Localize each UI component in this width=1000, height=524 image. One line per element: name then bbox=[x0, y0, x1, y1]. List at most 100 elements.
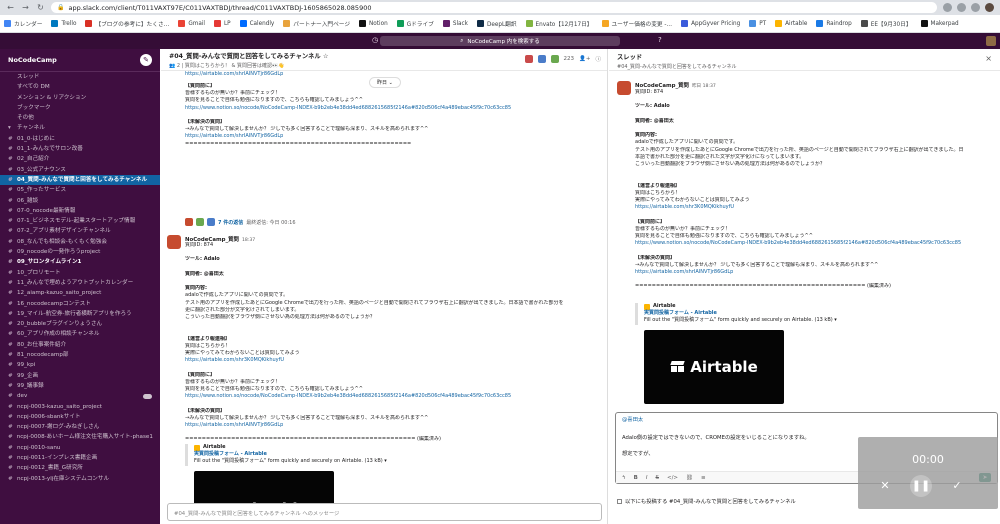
sidebar-item[interactable]: #03_公式アナウンス bbox=[0, 165, 160, 175]
bookmark-item[interactable]: EE【9月30日】 bbox=[860, 19, 912, 28]
sidebar-item[interactable]: # dev bbox=[0, 391, 160, 401]
sidebar-item[interactable]: #01_1-みんなでサロン改善 bbox=[0, 144, 160, 154]
sidebar-item[interactable]: #99_kpi bbox=[0, 360, 160, 370]
bookmark-item[interactable]: Slack bbox=[442, 20, 468, 27]
help-icon[interactable]: ? bbox=[658, 36, 662, 44]
extension-icon[interactable] bbox=[957, 3, 966, 12]
list-icon[interactable]: ≡ bbox=[701, 475, 706, 481]
message-link[interactable]: https://airtable.com/shr3K0MQKikhuyfU bbox=[635, 204, 997, 211]
sidebar-item[interactable]: すべての DM bbox=[0, 82, 160, 92]
sidebar-item[interactable]: ▾ チャンネル bbox=[0, 123, 160, 133]
sidebar-item[interactable]: #20_bubbleプラグインりょうさん bbox=[0, 319, 160, 329]
bookmark-item[interactable]: パートナー入門ページ bbox=[283, 19, 350, 28]
forward-icon[interactable]: → bbox=[21, 3, 30, 12]
sidebar-item[interactable]: # ncpj-0008-あいホーム様注文住宅購入サイト-phase1 bbox=[0, 432, 160, 442]
bookmark-item[interactable]: DeepL翻訳 bbox=[476, 19, 517, 28]
sidebar-item[interactable]: # ncpj-0013-ylj在庫システムコンサル bbox=[0, 474, 160, 484]
compose-icon[interactable]: ✎ bbox=[140, 54, 152, 66]
channel-members[interactable]: 223 👤+ ⓘ bbox=[524, 55, 601, 63]
bookmark-item[interactable]: Gドライブ bbox=[396, 19, 434, 28]
checkbox-icon[interactable] bbox=[617, 498, 622, 504]
add-member-icon[interactable]: 👤+ bbox=[579, 56, 590, 62]
sidebar-item[interactable]: ブックマーク bbox=[0, 103, 160, 113]
airtable-preview-image[interactable]: Airtable bbox=[194, 471, 334, 503]
bookmark-item[interactable]: Notion bbox=[359, 20, 388, 27]
sidebar-item[interactable]: メンション & リアクション bbox=[0, 93, 160, 103]
message-link[interactable]: https://airtable.com/shrIAINVTjr86GdLp bbox=[185, 133, 585, 140]
search-input[interactable]: ⌕ NoCodeCamp 内を検索する bbox=[380, 36, 620, 46]
bookmark-item[interactable]: カレンダー bbox=[4, 19, 42, 28]
message-link[interactable]: https://airtable.com/shr3K0MQKikhuyfU bbox=[185, 357, 585, 364]
finish-recording-icon[interactable]: ✓ bbox=[946, 475, 968, 497]
strike-icon[interactable]: S bbox=[655, 475, 659, 481]
sidebar-item[interactable]: #07-2_アプリ素材デザインチャンネル bbox=[0, 226, 160, 236]
sidebar-item[interactable]: #01_0-はじめに bbox=[0, 134, 160, 144]
sidebar-item[interactable]: # ncpj-0007-謝ログ-みねぎしさん bbox=[0, 422, 160, 432]
sidebar-item[interactable]: #07-0_nocode最新情報 bbox=[0, 206, 160, 216]
sidebar-item[interactable]: #99_議事録 bbox=[0, 381, 160, 391]
profile-avatar[interactable] bbox=[985, 3, 994, 12]
sidebar-item[interactable]: #11_みんなで埋めようアウトプットカレンダー bbox=[0, 278, 160, 288]
toggle-icon[interactable] bbox=[143, 393, 152, 399]
sidebar-item[interactable]: #09_nocodeの一発作ろうproject bbox=[0, 247, 160, 257]
code-icon[interactable]: </> bbox=[667, 475, 678, 481]
star-icon[interactable] bbox=[943, 3, 952, 12]
sidebar-item[interactable]: #99_企画 bbox=[0, 371, 160, 381]
user-avatar[interactable] bbox=[986, 36, 996, 46]
bot-avatar[interactable] bbox=[617, 81, 631, 95]
extension-icon[interactable] bbox=[971, 3, 980, 12]
bookmark-item[interactable]: AppGyver Pricing bbox=[681, 20, 740, 27]
sidebar-item[interactable]: #09_サロンタイムライン1 bbox=[0, 257, 160, 267]
back-icon[interactable]: ← bbox=[6, 3, 15, 12]
also-send-checkbox[interactable]: 以下にも投稿する #04_質問-みんなで質問と回答をしてみるチャンネル bbox=[617, 497, 796, 505]
sidebar-item[interactable]: #08_なんでも相談会-もくもく勉強会 bbox=[0, 237, 160, 247]
sidebar-item[interactable]: #06_雑談 bbox=[0, 196, 160, 206]
sidebar-item[interactable]: #02_自己紹介 bbox=[0, 154, 160, 164]
airtable-preview-image[interactable]: Airtable bbox=[644, 330, 784, 404]
sidebar-item[interactable]: # ncpj-0010-sanu bbox=[0, 443, 160, 453]
sidebar-item[interactable]: #80_お仕事案件紹介 bbox=[0, 340, 160, 350]
sidebar-item[interactable]: #19_マイル-航空券-旅行者横断アプリを作ろう bbox=[0, 309, 160, 319]
bookmark-item[interactable]: Trello bbox=[51, 20, 76, 27]
sidebar-item[interactable]: #07-1_ビジネスモデル-起業スタートアップ情報 bbox=[0, 216, 160, 226]
sidebar-item[interactable]: # ncpj-0003-kazuo_saito_project bbox=[0, 402, 160, 412]
link-icon[interactable]: ⛓ bbox=[686, 475, 693, 481]
sidebar-item[interactable]: #12_aiamp-kazuo_saito_project bbox=[0, 288, 160, 298]
message-link[interactable]: https://www.notion.so/nocode/NoCodeCamp-… bbox=[185, 393, 585, 400]
message-input[interactable]: #04_質問-みんなで質問と回答をしてみるチャンネル へのメッセージ bbox=[167, 503, 602, 521]
address-bar[interactable]: 🔒 app.slack.com/client/T011VAXT97E/C011V… bbox=[51, 2, 937, 13]
bookmark-item[interactable]: ユーザー価格の変更 -… bbox=[601, 19, 672, 28]
message-link[interactable]: https://www.notion.so/nocode/NoCodeCamp-… bbox=[185, 105, 585, 112]
sidebar-item[interactable]: #60_アプリ作成の相談チャンネル bbox=[0, 329, 160, 339]
bold-icon[interactable]: B bbox=[634, 475, 638, 481]
bookmark-item[interactable]: Makerpad bbox=[920, 20, 959, 27]
sidebar-item[interactable]: # ncpj-0006-sbankサイト bbox=[0, 412, 160, 422]
workspace-header[interactable]: NoCodeCamp ✎ bbox=[0, 49, 160, 72]
pause-recording-icon[interactable]: ❚❚ bbox=[910, 475, 932, 497]
sidebar-item[interactable]: # ncpj-0012_書籍_G研究所 bbox=[0, 463, 160, 473]
bookmark-item[interactable]: Gmail bbox=[178, 20, 205, 27]
bookmark-item[interactable]: PT bbox=[749, 20, 766, 27]
bot-avatar[interactable] bbox=[167, 235, 181, 249]
thread-channel[interactable]: #04_質問-みんなで質問と回答をしてみるチャンネル bbox=[617, 63, 992, 70]
italic-icon[interactable]: I bbox=[646, 475, 648, 481]
bookmark-item[interactable]: Envato【12月17日】 bbox=[525, 19, 593, 28]
bookmark-item[interactable]: 【ブログの参考に】たくさ… bbox=[85, 19, 169, 28]
info-icon[interactable]: ⓘ bbox=[595, 55, 601, 63]
close-icon[interactable]: × bbox=[985, 54, 992, 63]
thread-replies-summary[interactable]: 7 件の返信 最終返信: 今日 00:16 bbox=[185, 218, 296, 226]
message-link[interactable]: https://airtable.com/shrIAINVTjr86GdLp bbox=[635, 269, 997, 276]
reply-count[interactable]: 7 件の返信 bbox=[218, 219, 243, 226]
lightning-icon[interactable]: ϟ bbox=[622, 475, 626, 481]
history-icon[interactable]: ◷ bbox=[372, 36, 378, 44]
sidebar-item[interactable]: #05_作ったサービス bbox=[0, 185, 160, 195]
message-link[interactable]: https://www.notion.so/nocode/NoCodeCamp-… bbox=[635, 240, 997, 247]
bookmark-item[interactable]: Airtable bbox=[775, 20, 807, 27]
bookmark-item[interactable]: LP bbox=[213, 20, 231, 27]
sidebar-item[interactable]: スレッド bbox=[0, 72, 160, 82]
sidebar-item[interactable]: #10_プロリモート bbox=[0, 268, 160, 278]
message-link[interactable]: https://airtable.com/shrIAINVTjr86GdLp bbox=[185, 71, 283, 77]
message-link[interactable]: https://airtable.com/shrIAINVTjr86GdLp bbox=[185, 422, 585, 429]
sidebar-item[interactable]: # ncpj-0011-インプレス書籍企画 bbox=[0, 453, 160, 463]
sidebar-item[interactable]: その他 bbox=[0, 113, 160, 123]
